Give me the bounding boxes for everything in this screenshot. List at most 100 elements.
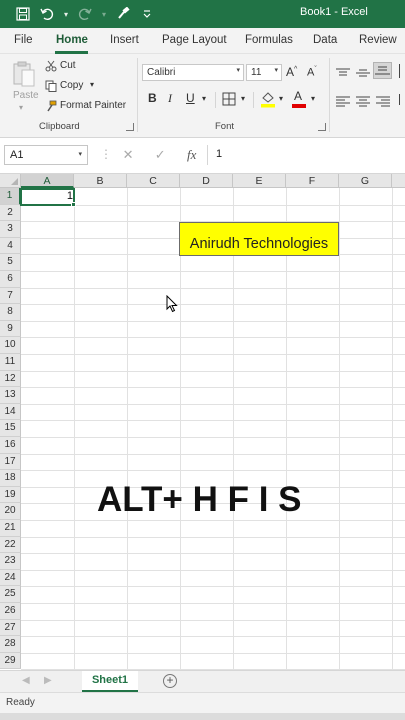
customize-icon[interactable] [138, 5, 156, 23]
row-header-26[interactable]: 26 [0, 603, 21, 620]
fill-color-dropdown-icon[interactable]: ▾ [279, 94, 283, 103]
tab-home[interactable]: Home [56, 34, 88, 46]
worksheet-grid[interactable]: A B C D E F G 1 2 3 4 5 6 7 8 9 10 11 12 13 14 15 16 17 1… [0, 174, 405, 670]
column-header-h[interactable] [392, 174, 405, 188]
column-header-d[interactable]: D [180, 174, 233, 188]
column-header-f[interactable]: F [286, 174, 339, 188]
save-icon[interactable] [14, 5, 32, 23]
paste-icon[interactable] [12, 60, 36, 87]
column-header-c[interactable]: C [127, 174, 180, 188]
row-header-10[interactable]: 10 [0, 337, 21, 354]
row-header-15[interactable]: 15 [0, 420, 21, 437]
name-box[interactable]: A1 ▾ [4, 145, 88, 165]
borders-dropdown-icon[interactable]: ▾ [241, 94, 245, 103]
tab-formulas[interactable]: Formulas [245, 34, 293, 46]
row-header-8[interactable]: 8 [0, 304, 21, 321]
next-sheet-icon[interactable]: ▶ [44, 675, 52, 686]
row-header-2[interactable]: 2 [0, 204, 21, 222]
tab-review[interactable]: Review [359, 34, 397, 46]
indent-icon[interactable] [399, 94, 405, 105]
align-center-icon[interactable] [356, 94, 370, 107]
fill-color-icon[interactable] [260, 90, 276, 108]
highlighted-cell-d3[interactable]: Anirudh Technologies [179, 222, 339, 256]
row-header-1[interactable]: 1 [0, 188, 21, 205]
row-header-25[interactable]: 25 [0, 586, 21, 603]
undo-icon[interactable] [38, 5, 56, 23]
cancel-icon[interactable]: ✕ [123, 147, 134, 163]
select-all-button[interactable] [0, 174, 21, 188]
row-header-23[interactable]: 23 [0, 553, 21, 570]
active-cell-a1[interactable] [20, 188, 75, 206]
copy-button[interactable]: Copy [60, 80, 83, 91]
paste-dropdown-icon[interactable]: ▾ [19, 103, 23, 112]
underline-button[interactable]: U [186, 91, 195, 105]
row-header-3[interactable]: 3 [0, 221, 21, 238]
sheet-tab-sheet1[interactable]: Sheet1 [82, 671, 138, 692]
italic-button[interactable]: I [168, 91, 172, 106]
column-header-e[interactable]: E [233, 174, 286, 188]
middle-align-icon[interactable] [356, 65, 370, 77]
tab-file[interactable]: File [14, 34, 33, 46]
tab-page-layout[interactable]: Page Layout [162, 34, 227, 46]
row-header-13[interactable]: 13 [0, 387, 21, 404]
format-painter-icon[interactable] [114, 5, 132, 23]
row-header-19[interactable]: 19 [0, 486, 21, 504]
tab-insert[interactable]: Insert [110, 34, 139, 46]
column-header-g[interactable]: G [339, 174, 392, 188]
column-gridline [233, 188, 234, 670]
font-size-select[interactable]: 11 ▾ [246, 64, 282, 81]
increase-font-size-icon[interactable]: A^ [286, 65, 297, 79]
row-header-5[interactable]: 5 [0, 254, 21, 271]
font-name-select[interactable]: Calibri ▾ [142, 64, 244, 81]
align-right-icon[interactable] [376, 94, 390, 107]
bold-button[interactable]: B [148, 91, 157, 105]
column-header-b[interactable]: B [74, 174, 127, 188]
underline-dropdown-icon[interactable]: ▾ [202, 94, 206, 103]
row-header-16[interactable]: 16 [0, 437, 21, 454]
row-header-20[interactable]: 20 [0, 503, 21, 520]
align-left-icon[interactable] [336, 94, 350, 107]
row-header-28[interactable]: 28 [0, 636, 21, 653]
orientation-icon[interactable] [399, 64, 405, 78]
redo-icon[interactable] [76, 5, 94, 23]
bottom-align-icon[interactable] [373, 62, 392, 79]
fill-handle[interactable] [71, 202, 76, 207]
top-align-icon[interactable] [336, 65, 350, 76]
row-header-17[interactable]: 17 [0, 453, 21, 471]
enter-icon[interactable]: ✓ [155, 147, 166, 163]
decrease-font-size-icon[interactable]: Aˇ [307, 66, 317, 79]
copy-icon [45, 79, 57, 92]
row-header-4[interactable]: 4 [0, 237, 21, 255]
format-painter-button[interactable]: Format Painter [60, 100, 126, 111]
row-header-27[interactable]: 27 [0, 619, 21, 637]
copy-dropdown-icon[interactable]: ▾ [90, 80, 94, 89]
row-header-12[interactable]: 12 [0, 370, 21, 388]
row-header-29[interactable]: 29 [0, 652, 21, 670]
insert-function-icon[interactable]: fx [187, 147, 196, 163]
cut-button[interactable]: Cut [60, 60, 76, 71]
formula-bar-grip-icon[interactable]: ⋮ [100, 147, 112, 161]
previous-sheet-icon[interactable]: ◀ [22, 675, 30, 686]
formula-input[interactable]: 1 [216, 148, 222, 160]
row-header-14[interactable]: 14 [0, 403, 21, 421]
column-header-a[interactable]: A [21, 174, 74, 188]
row-header-24[interactable]: 24 [0, 569, 21, 587]
row-header-18[interactable]: 18 [0, 470, 21, 487]
borders-icon[interactable] [222, 92, 236, 106]
undo-dropdown-icon[interactable]: ▾ [62, 5, 70, 23]
column-gridline [339, 188, 340, 670]
add-sheet-icon[interactable]: + [163, 674, 177, 688]
row-header-9[interactable]: 9 [0, 320, 21, 338]
row-header-6[interactable]: 6 [0, 271, 21, 288]
row-header-21[interactable]: 21 [0, 520, 21, 537]
redo-dropdown-icon[interactable]: ▾ [100, 5, 108, 23]
font-color-dropdown-icon[interactable]: ▾ [311, 94, 315, 103]
row-header-22[interactable]: 22 [0, 536, 21, 554]
font-dialog-launcher-icon[interactable] [318, 123, 326, 131]
row-header-11[interactable]: 11 [0, 354, 21, 371]
tab-data[interactable]: Data [313, 34, 337, 46]
clipboard-dialog-launcher-icon[interactable] [126, 123, 134, 131]
row-header-7[interactable]: 7 [0, 287, 21, 305]
font-color-icon[interactable]: A [291, 89, 307, 108]
paste-button[interactable]: Paste [13, 90, 39, 101]
